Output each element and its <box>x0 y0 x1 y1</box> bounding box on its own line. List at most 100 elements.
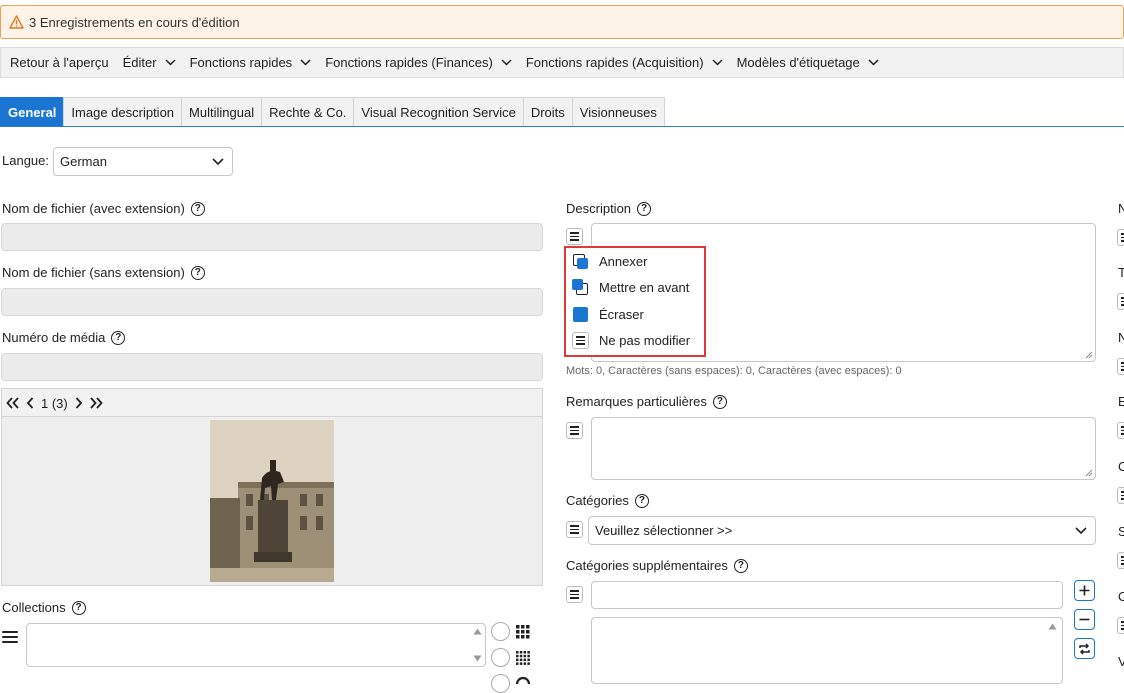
list-icon <box>572 332 589 349</box>
preview-pager: 1 (3) <box>1 388 543 417</box>
help-icon[interactable]: ? <box>71 600 86 615</box>
next-page-icon[interactable] <box>74 397 83 409</box>
clipped-field-label: C <box>1118 459 1124 474</box>
media-number-field-label: Numéro de média? <box>2 330 126 345</box>
resize-handle-icon[interactable] <box>1085 351 1093 359</box>
categories-select[interactable]: Veuillez sélectionner >> <box>588 516 1096 545</box>
last-page-icon[interactable] <box>89 397 103 409</box>
warning-icon <box>9 15 24 29</box>
chevron-down-icon <box>1075 526 1087 534</box>
remove-category-button[interactable] <box>1074 609 1095 630</box>
language-select[interactable]: German <box>53 147 233 176</box>
filename-noext-input[interactable] <box>1 288 543 316</box>
tab-bar: General Image description Multilingual R… <box>0 97 1124 127</box>
grid-small-icon <box>516 651 530 665</box>
edit-warning-banner: 3 Enregistrements en cours d'édition <box>0 5 1124 39</box>
clipped-field-label: E <box>1118 394 1124 409</box>
view-option-radio[interactable] <box>491 622 510 641</box>
clipped-mode-button[interactable] <box>1117 487 1124 504</box>
categories-field-label: Catégories? <box>566 493 649 508</box>
chevron-down-icon <box>868 59 879 66</box>
menu-label-templates[interactable]: Modèles d'étiquetage <box>737 55 879 70</box>
menu-quick-functions-acquisition[interactable]: Fonctions rapides (Acquisition) <box>526 55 723 70</box>
scroll-up-icon[interactable] <box>473 628 482 635</box>
clipped-mode-button[interactable] <box>1117 358 1124 375</box>
collections-mode-icon[interactable] <box>2 629 18 645</box>
help-icon[interactable]: ? <box>733 558 748 573</box>
menu-quick-functions[interactable]: Fonctions rapides <box>190 55 312 70</box>
minus-icon <box>1079 618 1090 621</box>
description-mode-button[interactable] <box>566 228 583 245</box>
append-icon <box>572 253 589 270</box>
option-append[interactable]: Annexer <box>572 253 647 270</box>
help-icon[interactable]: ? <box>111 330 126 345</box>
clipped-mode-button[interactable] <box>1117 293 1124 310</box>
filename-noext-field-label: Nom de fichier (sans extension)? <box>2 265 205 280</box>
plus-icon <box>1079 585 1090 596</box>
help-icon[interactable]: ? <box>190 201 205 216</box>
scroll-up-icon[interactable] <box>1048 623 1057 630</box>
chevron-down-icon <box>712 59 723 66</box>
view-option-radio[interactable] <box>491 648 510 667</box>
refresh-category-button[interactable] <box>1074 638 1095 659</box>
chevron-down-icon <box>212 157 224 165</box>
menu-quick-functions-finances[interactable]: Fonctions rapides (Finances) <box>325 55 512 70</box>
extra-categories-input[interactable] <box>591 581 1063 609</box>
tab-visual-recognition[interactable]: Visual Recognition Service <box>353 97 524 126</box>
description-field-label: Description? <box>566 201 652 216</box>
remarks-field-label: Remarques particulières? <box>566 394 727 409</box>
extra-categories-list[interactable] <box>591 617 1063 684</box>
prev-page-icon[interactable] <box>26 397 35 409</box>
first-page-icon[interactable] <box>6 397 20 409</box>
chevron-down-icon <box>165 59 176 66</box>
help-icon[interactable]: ? <box>637 201 652 216</box>
grid-large-icon <box>516 625 530 639</box>
language-label: Langue: <box>2 153 49 168</box>
option-prepend[interactable]: Mettre en avant <box>572 279 689 296</box>
language-value: German <box>60 154 107 169</box>
option-no-change[interactable]: Ne pas modifier <box>572 332 690 349</box>
clipped-mode-button[interactable] <box>1117 552 1124 569</box>
description-counter: Mots: 0, Caractères (sans espaces): 0, C… <box>566 365 902 377</box>
clipped-mode-button[interactable] <box>1117 229 1124 246</box>
clipped-field-label: N <box>1118 201 1124 216</box>
remarks-mode-button[interactable] <box>566 422 583 439</box>
categories-mode-button[interactable] <box>566 521 583 538</box>
edit-mode-dropdown: Annexer Mettre en avant Écraser Ne pas m… <box>564 246 706 357</box>
clipped-mode-button[interactable] <box>1117 617 1124 634</box>
help-icon[interactable]: ? <box>712 394 727 409</box>
scroll-down-icon[interactable] <box>473 655 482 662</box>
action-menubar: Retour à l'aperçu Éditer Fonctions rapid… <box>0 47 1124 78</box>
categories-value: Veuillez sélectionner >> <box>595 523 733 538</box>
filename-ext-input[interactable] <box>1 223 543 251</box>
clipped-field-label: S <box>1118 524 1124 539</box>
tab-multilingual[interactable]: Multilingual <box>181 97 263 126</box>
help-icon[interactable]: ? <box>634 493 649 508</box>
overwrite-icon <box>572 306 589 323</box>
option-overwrite[interactable]: Écraser <box>572 306 644 323</box>
clipped-field-label: V <box>1118 654 1124 669</box>
collections-input[interactable] <box>26 623 486 667</box>
at-sign-icon <box>516 676 530 684</box>
extra-categories-mode-button[interactable] <box>566 586 583 603</box>
tab-droits[interactable]: Droits <box>522 97 573 126</box>
media-number-input[interactable] <box>1 353 543 381</box>
refresh-icon <box>1079 642 1090 655</box>
warning-text: 3 Enregistrements en cours d'édition <box>29 14 240 30</box>
clipped-field-label: T <box>1118 265 1124 280</box>
tab-image-description[interactable]: Image description <box>63 97 183 126</box>
page-indicator: 1 (3) <box>41 395 68 411</box>
menu-edit[interactable]: Éditer <box>123 55 176 70</box>
chevron-down-icon <box>501 59 512 66</box>
clipped-mode-button[interactable] <box>1117 422 1124 439</box>
tab-rechte[interactable]: Rechte & Co. <box>261 97 355 126</box>
resize-handle-icon[interactable] <box>1085 469 1093 477</box>
add-category-button[interactable] <box>1074 580 1095 601</box>
media-thumbnail[interactable] <box>210 420 334 582</box>
tab-visionneuses[interactable]: Visionneuses <box>571 97 665 126</box>
help-icon[interactable]: ? <box>190 265 205 280</box>
clipped-field-label: N <box>1118 330 1124 345</box>
menu-back-to-overview[interactable]: Retour à l'aperçu <box>10 55 109 70</box>
remarks-textarea[interactable] <box>591 417 1096 480</box>
tab-general[interactable]: General <box>0 97 65 126</box>
